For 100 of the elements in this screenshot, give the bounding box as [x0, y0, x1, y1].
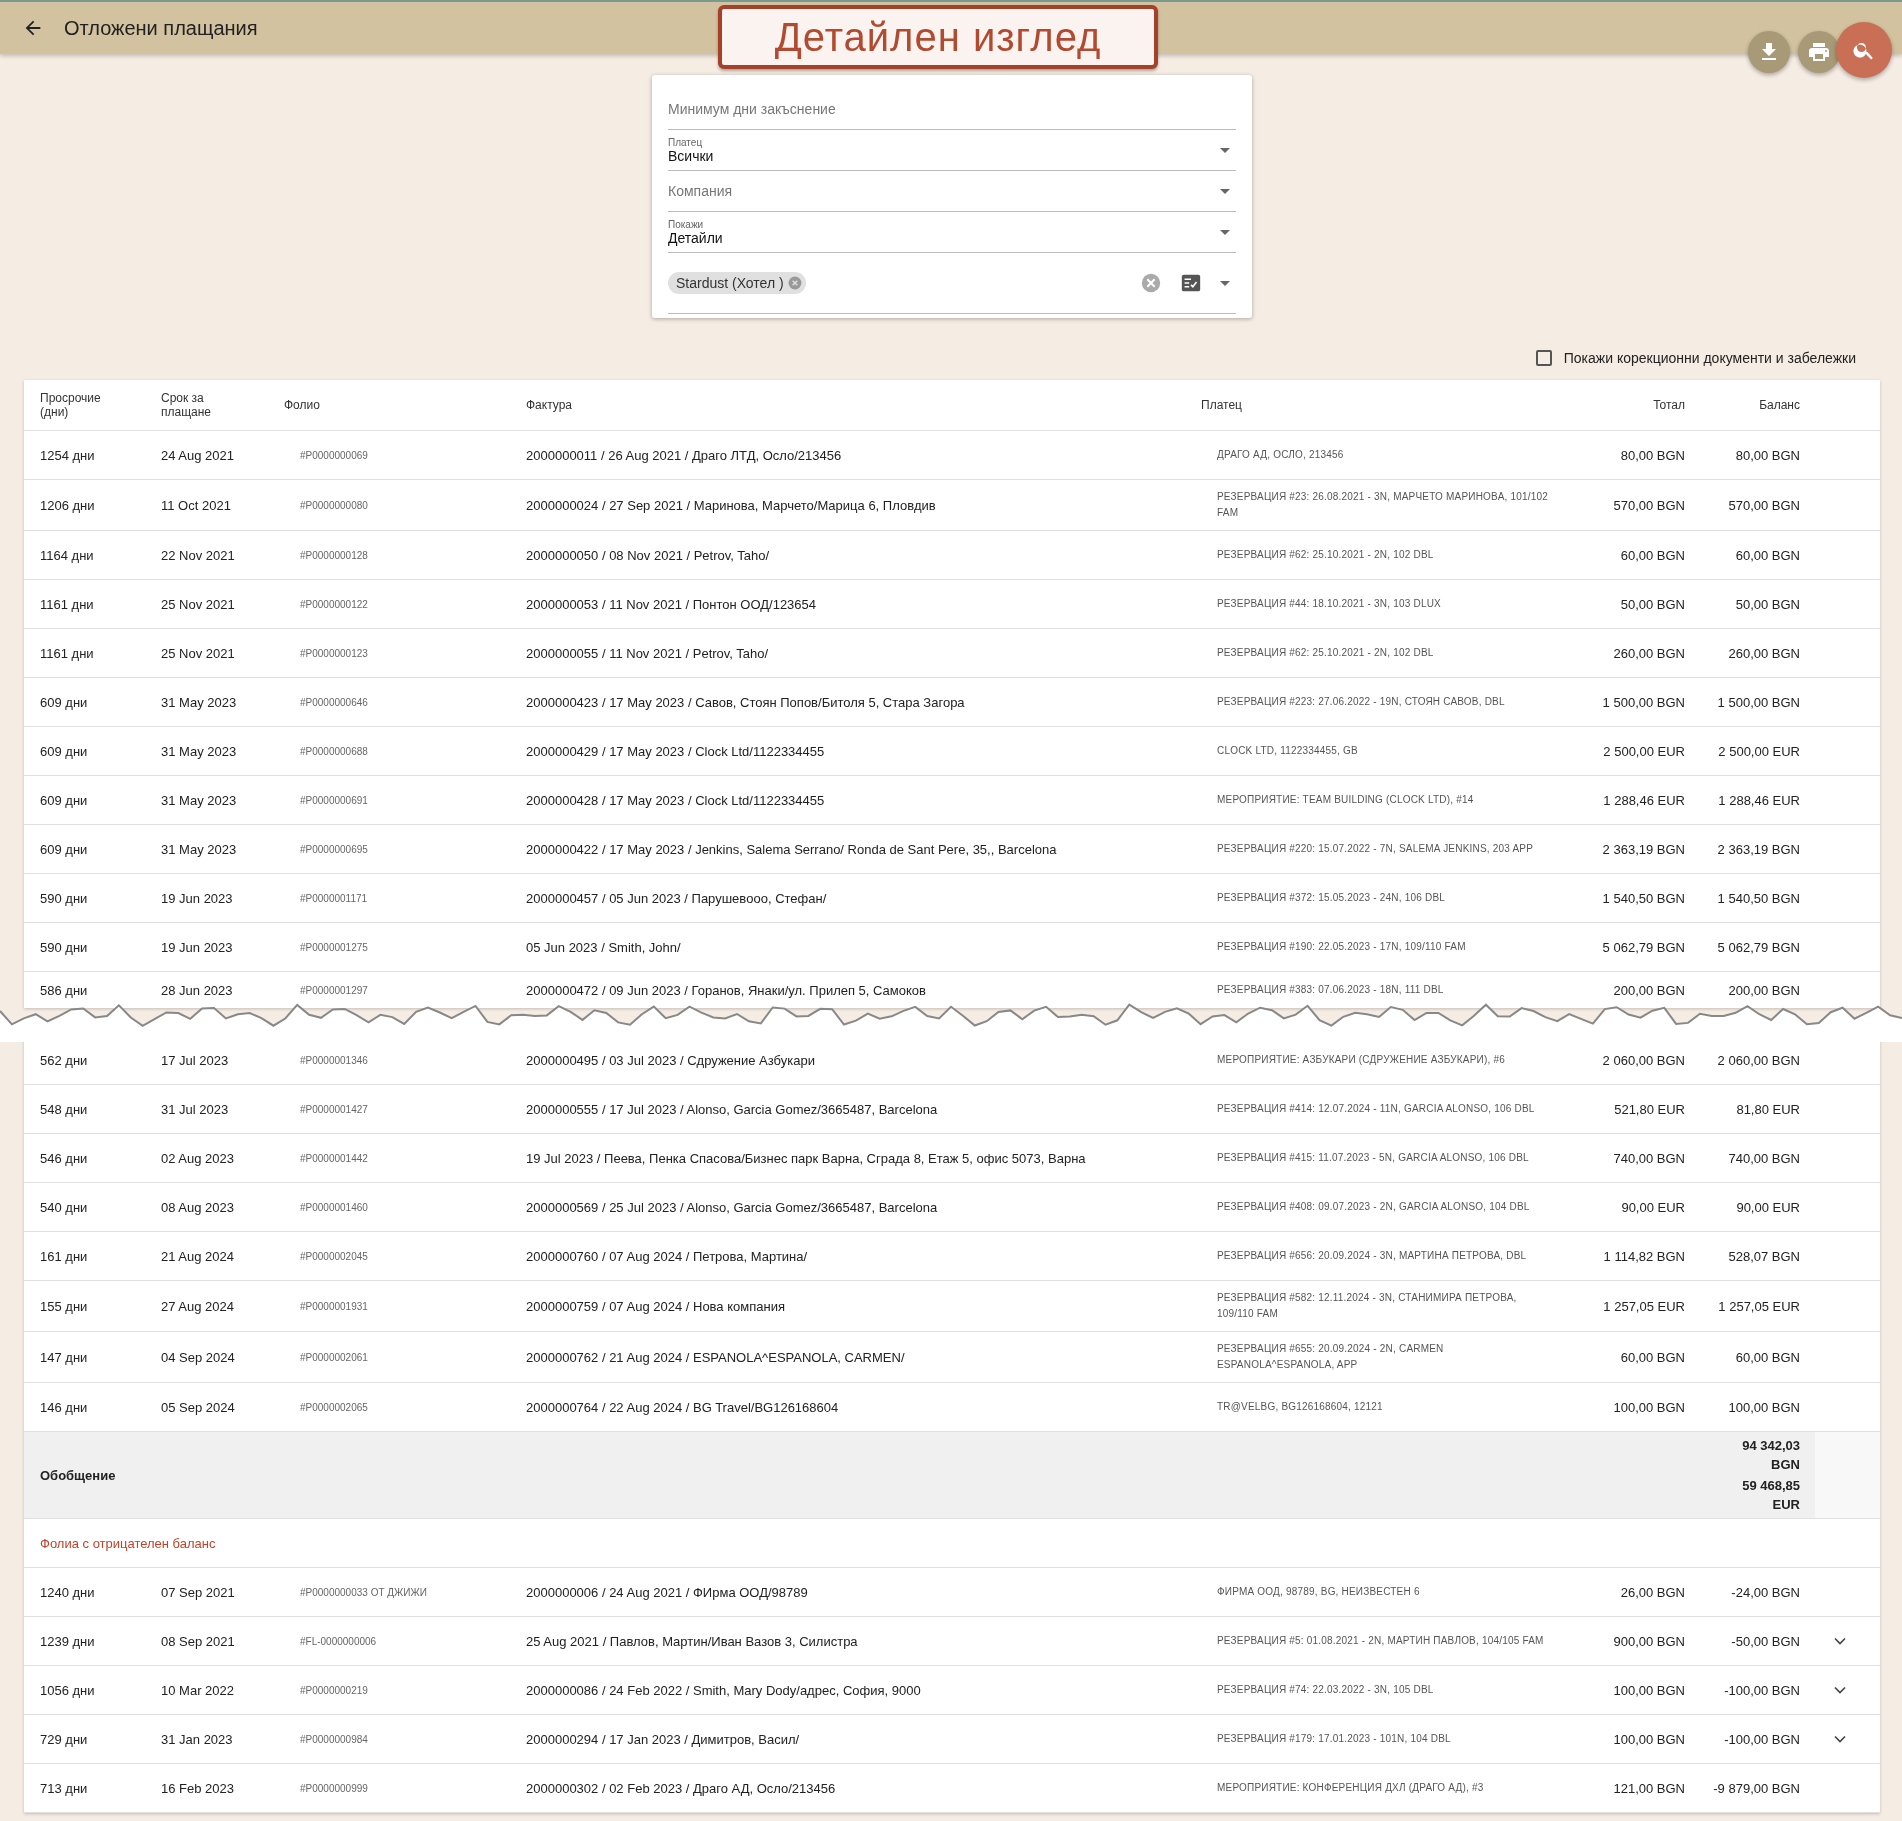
table-cell-text: 2000000055 / 11 Nov 2021 / Petrov, Taho/: [526, 644, 770, 663]
folio-link[interactable]: #P0000002045: [284, 1241, 526, 1271]
table-cell-text: 2 500,00 EUR: [1602, 742, 1685, 761]
table-cell-text: 260,00 BGN: [1612, 644, 1685, 663]
table-cell-text: 570,00 BGN: [1612, 496, 1685, 515]
dropdown-caret-icon[interactable]: [1220, 280, 1230, 286]
table-cell-text: 80,00 BGN: [1734, 446, 1800, 465]
folio-link[interactable]: #P0000000080: [284, 490, 526, 520]
table-cell-text: 260,00 BGN: [1727, 644, 1800, 663]
min-days-field[interactable]: Минимум дни закъснение: [668, 101, 1236, 117]
hotel-chip[interactable]: Stardust (Хотел ): [668, 272, 806, 294]
table-cell-text: 155 дни: [40, 1297, 89, 1316]
folio-link[interactable]: #P0000000688: [284, 736, 526, 766]
summary-total: 59 468,85 EUR: [1741, 1477, 1800, 1514]
folio-link[interactable]: #P0000000691: [284, 785, 526, 815]
folio-link[interactable]: #P0000000123: [284, 638, 526, 668]
folio-link[interactable]: #P0000001460: [284, 1192, 526, 1222]
table-cell-text: РЕЗЕРВАЦИЯ #655: 20.09.2024 - 2N, CARMEN ESPANOLA^ESPANOLA, APP: [1216, 1342, 1445, 1372]
table-cell-text: 1161 дни: [40, 595, 95, 614]
payer-select[interactable]: Платец Всички: [668, 130, 1236, 171]
column-header[interactable]: Тотал: [1560, 389, 1685, 421]
table-cell-text: 1240 дни: [40, 1583, 96, 1602]
dropdown-caret-icon: [1220, 147, 1230, 153]
folio-link[interactable]: #P0000001275: [284, 932, 526, 962]
folio-link[interactable]: #P0000000984: [284, 1724, 526, 1754]
folio-link[interactable]: #P0000001346: [284, 1045, 526, 1075]
column-header[interactable]: Платец: [1201, 389, 1560, 421]
table-cell-text: 1206 дни: [40, 496, 96, 515]
show-select[interactable]: Покажи Детайли: [668, 212, 1236, 253]
table-cell-text: 90,00 EUR: [1735, 1198, 1800, 1217]
column-header[interactable]: Фолио: [284, 389, 526, 421]
printer-icon: [1807, 40, 1831, 64]
column-header[interactable]: Фактура: [526, 389, 1201, 421]
table-cell-text: 90,00 EUR: [1620, 1198, 1685, 1217]
table-cell-text: 19 Jun 2023: [161, 889, 234, 908]
folio-link[interactable]: #P0000000128: [284, 540, 526, 570]
table-cell-text: 1 540,50 BGN: [1716, 889, 1800, 908]
folio-link[interactable]: #P0000000069: [284, 440, 526, 470]
table-cell-text: 1 114,82 BGN: [1602, 1247, 1685, 1266]
company-field[interactable]: Компания: [668, 183, 1220, 199]
table-cell-text: РЕЗЕРВАЦИЯ #656: 20.09.2024 - 3N, МАРТИНА ПЕТРОВА, DBL: [1216, 1249, 1528, 1263]
table-cell-text: 147 дни: [40, 1348, 89, 1367]
table-cell-text: 2 060,00 BGN: [1601, 1051, 1685, 1070]
checkbox-label: Покажи корекционни документи и забележки: [1563, 350, 1856, 366]
folio-link[interactable]: #P0000001427: [284, 1094, 526, 1124]
table-cell-text: РЕЗЕРВАЦИЯ #372: 15.05.2023 - 24N, 106 DBL: [1216, 891, 1447, 905]
table-cell-text: 05 Jun 2023 / Smith, John/: [526, 938, 682, 957]
folio-link[interactable]: #P0000001931: [284, 1291, 526, 1321]
folio-link[interactable]: #P0000000219: [284, 1675, 526, 1705]
page-title: Отложени плащания: [64, 16, 258, 40]
table-cell-text: 161 дни: [40, 1247, 89, 1266]
table-cell-text: 590 дни: [40, 938, 89, 957]
table-cell-text: МЕРОПРИЯТИЕ: КОНФЕРЕНЦИЯ ДХЛ (ДРАГО АД), #3: [1216, 1781, 1485, 1795]
checklist-icon[interactable]: [1180, 272, 1202, 294]
checkbox[interactable]: [1535, 350, 1552, 366]
table-cell-text: 2000000495 / 03 Jul 2023 / Сдружение Азбукари: [526, 1051, 816, 1070]
table-cell-text: 570,00 BGN: [1727, 496, 1800, 515]
folio-link[interactable]: #P0000001442: [284, 1143, 526, 1173]
table-cell-text: 02 Aug 2023: [161, 1149, 236, 1168]
folio-link[interactable]: #P0000001297: [284, 975, 526, 1005]
table-cell-text: 60,00 BGN: [1619, 1348, 1685, 1367]
table-cell-text: 1164 дни: [40, 546, 95, 565]
table-cell-text: 1 257,05 EUR: [1602, 1297, 1685, 1316]
folio-link[interactable]: #P0000002065: [284, 1392, 526, 1422]
folio-link[interactable]: #P0000000033 ОТ ДЖИЖИ: [284, 1577, 526, 1607]
table-cell-text: 50,00 BGN: [1619, 595, 1685, 614]
table-cell-text: 200,00 BGN: [1727, 981, 1800, 1000]
table-cell-text: 729 дни: [40, 1730, 89, 1749]
table-cell-text: 19 Jun 2023: [161, 938, 234, 957]
table-cell-text: -100,00 BGN: [1723, 1730, 1800, 1749]
table-cell-text: 2000000760 / 07 Aug 2024 / Петрова, Мартина/: [526, 1247, 809, 1266]
table-cell-text: РЕЗЕРВАЦИЯ #408: 09.07.2023 - 2N, GARCIA ALONSO, 104 DBL: [1216, 1200, 1531, 1214]
summary-total: 94 342,03 BGN: [1741, 1437, 1800, 1474]
column-header[interactable]: Баланс: [1685, 389, 1800, 421]
folio-link[interactable]: #P0000000695: [284, 834, 526, 864]
folio-link[interactable]: #P0000001171: [284, 883, 526, 913]
table-cell-text: ДРАГО АД, ОСЛО, 213456: [1216, 448, 1345, 462]
table-cell-text: 609 дни: [40, 742, 89, 761]
table-cell-text: 2000000472 / 09 Jun 2023 / Горанов, Янаки/ул. Прилеп 5, Самоков: [526, 981, 927, 1000]
table-cell-text: 900,00 BGN: [1612, 1632, 1685, 1651]
column-header[interactable]: Срок за плащане: [161, 382, 284, 428]
table-cell-text: 25 Nov 2021: [161, 644, 236, 663]
folio-link[interactable]: #P0000000122: [284, 589, 526, 619]
column-header[interactable]: Просрочие (дни): [40, 382, 161, 428]
folio-link[interactable]: #P0000000999: [284, 1773, 526, 1803]
table-cell-text: -24,00 BGN: [1730, 1583, 1800, 1602]
folio-link[interactable]: #FL-0000000006: [284, 1626, 526, 1656]
table-cell-text: 24 Aug 2021: [161, 446, 236, 465]
table-cell-text: 146 дни: [40, 1398, 89, 1417]
table-cell-text: 80,00 BGN: [1619, 446, 1685, 465]
table-cell-text: РЕЗЕРВАЦИЯ #383: 07.06.2023 - 18N, 111 DBL: [1216, 983, 1445, 997]
table-cell-text: РЕЗЕРВАЦИЯ #414: 12.07.2024 - 11N, GARCIA ALONSO, 106 DBL: [1216, 1102, 1536, 1116]
table-cell-text: 2000000024 / 27 Sep 2021 / Маринова, Марчето/Марица 6, Пловдив: [526, 496, 937, 515]
table-cell-text: 19 Jul 2023 / Пеева, Пенка Спасова/Бизнес парк Варна, Сграда 8, Етаж 5, офис 5073, Варна: [526, 1149, 1087, 1168]
table-cell-text: 2000000569 / 25 Jul 2023 / Alonso, Garcia Gomez/3665487, Barcelona: [526, 1198, 939, 1217]
folio-link[interactable]: #P0000002061: [284, 1342, 526, 1372]
table-cell-text: -100,00 BGN: [1723, 1681, 1800, 1700]
folio-link[interactable]: #P0000000646: [284, 687, 526, 717]
table-cell-text: 1161 дни: [40, 644, 95, 663]
download-button[interactable]: [1748, 31, 1790, 73]
